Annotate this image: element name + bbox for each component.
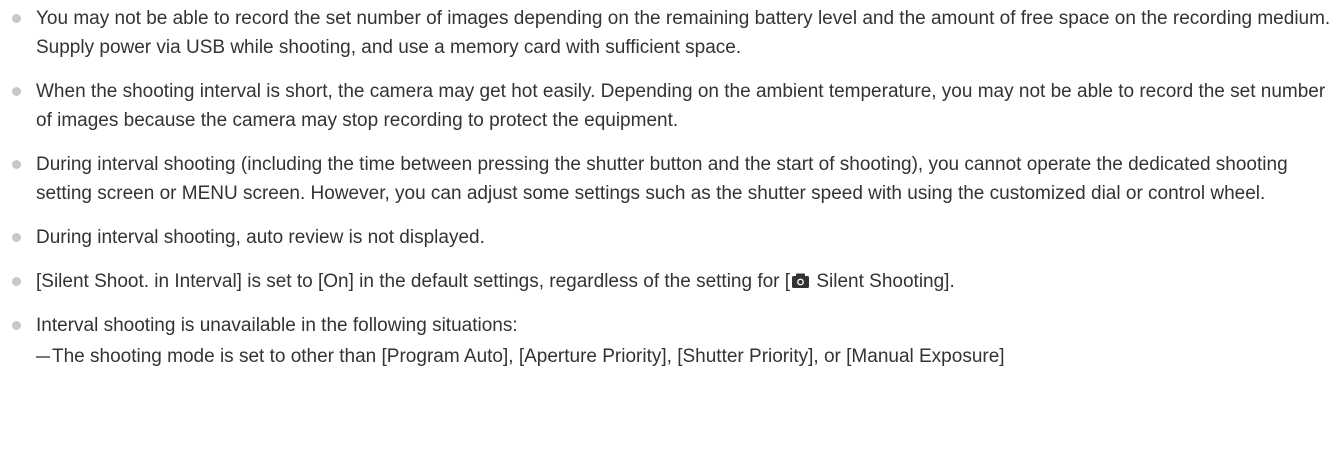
note-text-after: Silent Shooting]. <box>811 271 955 292</box>
notes-list: You may not be able to record the set nu… <box>0 4 1340 371</box>
camera-icon <box>792 273 810 288</box>
list-item: During interval shooting (including the … <box>0 150 1340 208</box>
dash-icon <box>36 355 50 358</box>
bullet-icon <box>12 14 21 23</box>
list-item: When the shooting interval is short, the… <box>0 77 1340 135</box>
sub-list-item: The shooting mode is set to other than [… <box>36 342 1340 371</box>
list-item: Interval shooting is unavailable in the … <box>0 311 1340 371</box>
bullet-icon <box>12 160 21 169</box>
note-text: During interval shooting (including the … <box>36 154 1288 204</box>
note-text: You may not be able to record the set nu… <box>36 8 1331 58</box>
list-item: You may not be able to record the set nu… <box>0 4 1340 62</box>
bullet-icon <box>12 87 21 96</box>
note-text-before: [Silent Shoot. in Interval] is set to [O… <box>36 271 791 292</box>
bullet-icon <box>12 277 21 286</box>
list-item: During interval shooting, auto review is… <box>0 223 1340 252</box>
bullet-icon <box>12 321 21 330</box>
list-item: [Silent Shoot. in Interval] is set to [O… <box>0 267 1340 296</box>
note-text: Interval shooting is unavailable in the … <box>36 315 518 336</box>
note-text: When the shooting interval is short, the… <box>36 81 1326 131</box>
sub-item-text: The shooting mode is set to other than [… <box>52 346 1005 367</box>
note-text: During interval shooting, auto review is… <box>36 227 485 248</box>
bullet-icon <box>12 233 21 242</box>
